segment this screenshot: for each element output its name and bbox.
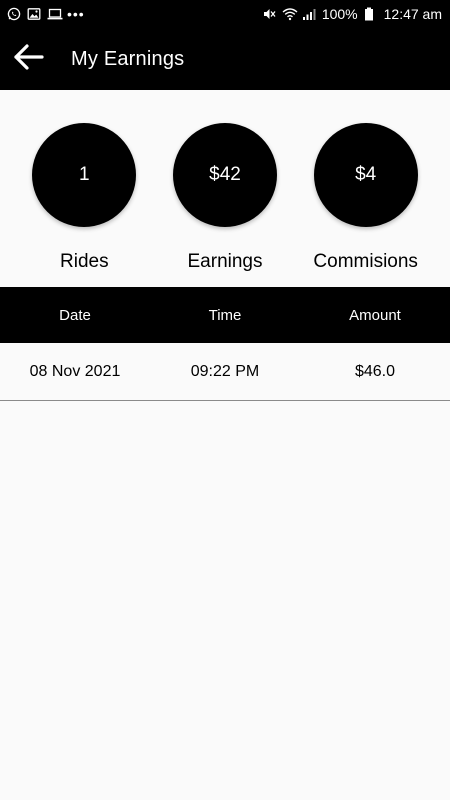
column-header-time: Time [208, 306, 242, 324]
stat-earnings: $42 Earnings [155, 90, 296, 286]
whatsapp-icon [7, 7, 21, 21]
more-notifications-icon: ••• [67, 6, 85, 22]
row-date: 08 Nov 2021 [29, 362, 121, 380]
row-amount: $46.0 [354, 362, 396, 380]
status-left: ••• [7, 7, 85, 21]
battery-icon [364, 7, 378, 21]
wifi-icon [282, 7, 298, 21]
row-time: 09:22 PM [190, 362, 260, 380]
column-header-amount: Amount [349, 306, 401, 324]
page-title: My Earnings [71, 47, 185, 70]
status-right: 100% 12:47 am [262, 0, 442, 28]
earnings-label: Earnings [187, 251, 263, 272]
earnings-value: $42 [173, 123, 277, 227]
mute-icon [262, 7, 276, 21]
commissions-label: Commisions [313, 251, 418, 272]
status-bar: ••• 100% 12:47 am [0, 0, 450, 28]
commissions-value: $4 [313, 123, 418, 227]
arrow-left-icon [12, 43, 44, 76]
app-bar: My Earnings [0, 28, 450, 90]
status-time: 12:47 am [383, 6, 442, 22]
gallery-icon [27, 7, 41, 21]
earnings-table-header: Date Time Amount [0, 287, 450, 343]
stat-rides: 1 Rides [14, 90, 155, 286]
stats-section: 1 Rides $42 Earnings $4 Commisions [0, 90, 450, 286]
back-button[interactable] [0, 28, 56, 90]
laptop-icon [47, 7, 63, 21]
stat-commissions: $4 Commisions [295, 90, 436, 286]
rides-count: 1 [32, 123, 137, 227]
table-row[interactable]: 08 Nov 2021 09:22 PM $46.0 [0, 343, 450, 401]
signal-icon [302, 7, 316, 21]
battery-percent: 100% [321, 6, 358, 22]
rides-label: Rides [60, 251, 109, 272]
column-header-date: Date [59, 306, 91, 324]
